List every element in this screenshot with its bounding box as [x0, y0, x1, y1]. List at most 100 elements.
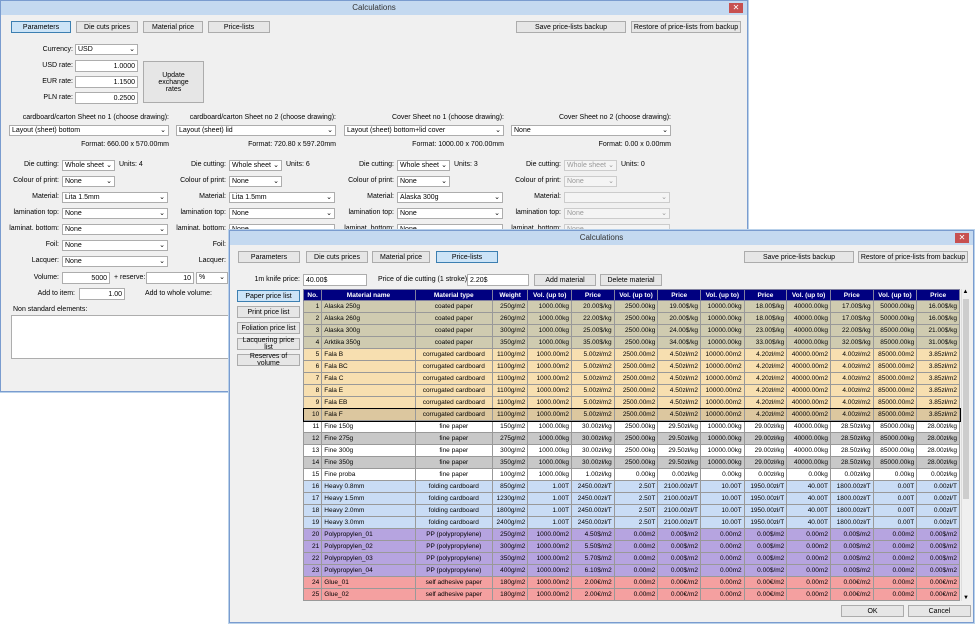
table-cell[interactable]: 0.00m2 [872, 552, 918, 565]
table-cell[interactable]: 1000.00kg [527, 324, 573, 337]
table-cell[interactable]: 300g/m2 [491, 324, 529, 337]
table-cell[interactable]: 50000.00kg [872, 300, 918, 313]
table-cell[interactable]: 28.00zł/kg [916, 432, 960, 445]
table-cell[interactable]: 1000.00m2 [527, 384, 573, 397]
table-cell[interactable]: 1000.00kg [527, 468, 573, 481]
table-cell[interactable]: 34.00$/kg [657, 336, 701, 349]
table-cell[interactable]: 40000.00kg [786, 336, 831, 349]
reserves-volume-button[interactable]: Reserves of volume [237, 353, 300, 367]
column-header[interactable]: Price [829, 289, 874, 301]
table-cell[interactable]: 5.00zł/m2 [571, 360, 615, 373]
delete-material-button[interactable]: Delete material [600, 274, 662, 286]
table-cell[interactable]: 28.00zł/kg [916, 444, 960, 457]
table-cell[interactable]: 1000.00m2 [527, 564, 573, 577]
table-cell[interactable]: 4.50zł/m2 [657, 396, 701, 409]
table-cell[interactable]: corrugated cardboard [414, 384, 493, 397]
table-cell[interactable]: 0.00€/m2 [657, 576, 701, 589]
table-cell[interactable]: 85000.00m2 [872, 372, 918, 385]
table-cell[interactable]: 0.00m2 [872, 528, 918, 541]
table-cell[interactable]: Polypropylen_01 [321, 528, 416, 541]
table-cell[interactable]: 1950.00zł/T [743, 516, 788, 529]
table-cell[interactable]: 2100.00zł/T [657, 492, 701, 505]
eur-rate-input[interactable]: 1.1500 [75, 76, 138, 88]
column-header[interactable]: No. [302, 289, 323, 301]
table-cell[interactable]: 4.50zł/m2 [657, 348, 701, 361]
table-cell[interactable]: 22 [302, 552, 323, 565]
table-cell[interactable]: 10000.00m2 [699, 360, 745, 373]
table-cell[interactable]: 5.50$/m2 [571, 540, 615, 553]
table-cell[interactable]: PP (polypropylene) [414, 552, 493, 565]
table-scrollbar[interactable]: ▲ ▼ [961, 289, 969, 601]
material-select[interactable]: Alaska 300g ⌄ [397, 192, 503, 203]
table-cell[interactable]: 2500.00m2 [613, 384, 659, 397]
table-cell[interactable]: 17.00$/kg [829, 312, 874, 325]
table-cell[interactable]: 1950.00zł/T [743, 492, 788, 505]
table-cell[interactable]: 0.00$/m2 [829, 540, 874, 553]
table-cell[interactable]: Arktika 350g [321, 336, 416, 349]
colour-select[interactable]: None ⌄ [397, 176, 450, 187]
table-cell[interactable]: 0.00$/m2 [916, 540, 960, 553]
table-cell[interactable]: Fala E [321, 384, 416, 397]
table-cell[interactable]: 2500.00kg [613, 432, 659, 445]
table-cell[interactable]: fine paper [414, 432, 493, 445]
table-cell[interactable]: 19.00$/kg [657, 300, 701, 313]
table-cell[interactable]: 0.00kg [786, 468, 831, 481]
table-cell[interactable]: 4 [302, 336, 323, 349]
table-row[interactable]: 5 Fala Bcorrugated cardboard 1100g/m2 1000.… [302, 348, 960, 361]
table-cell[interactable]: 11 [302, 420, 323, 433]
table-cell[interactable]: 400g/m2 [491, 564, 529, 577]
table-cell[interactable]: 28.00zł/kg [916, 420, 960, 433]
die-select[interactable]: Whole sheet ⌄ [229, 160, 282, 171]
table-cell[interactable]: Fala EB [321, 396, 416, 409]
table-cell[interactable]: PP (polypropylene) [414, 564, 493, 577]
table-cell[interactable]: corrugated cardboard [414, 408, 493, 421]
table-cell[interactable]: 17 [302, 492, 323, 505]
table-cell[interactable]: 0.00$/m2 [829, 552, 874, 565]
save-backup-button[interactable]: Save price-lists backup [516, 21, 626, 33]
table-cell[interactable]: 2500.00kg [613, 324, 659, 337]
table-cell[interactable]: 4.00zł/m2 [829, 384, 874, 397]
table-cell[interactable]: 300g/m2 [491, 444, 529, 457]
table-cell[interactable]: 350g/m2 [491, 552, 529, 565]
table-cell[interactable]: Fala B [321, 348, 416, 361]
table-cell[interactable]: 2100.00zł/T [657, 480, 701, 493]
table-cell[interactable]: 13 [302, 444, 323, 457]
table-cell[interactable]: 29.00zł/kg [743, 444, 788, 457]
table-cell[interactable]: 85000.00kg [872, 420, 918, 433]
table-cell[interactable]: 3.85zł/m2 [916, 408, 960, 421]
table-cell[interactable]: 6 [302, 360, 323, 373]
table-cell[interactable]: Fine 350g [321, 456, 416, 469]
close-icon[interactable]: ✕ [729, 3, 743, 13]
table-cell[interactable]: Fala BC [321, 360, 416, 373]
table-cell[interactable]: 28.50zł/kg [829, 444, 874, 457]
layout-select[interactable]: Layout (sheet) bottom ⌄ [9, 125, 169, 136]
table-cell[interactable]: 0.00m2 [786, 588, 831, 601]
table-cell[interactable]: 40.00T [786, 516, 831, 529]
column-header[interactable]: Material name [321, 289, 416, 301]
table-cell[interactable]: Fine 275g [321, 432, 416, 445]
table-cell[interactable]: 40000.00kg [786, 300, 831, 313]
column-header[interactable]: Vol. (up to) [872, 289, 918, 301]
table-cell[interactable]: 85000.00kg [872, 336, 918, 349]
reserve-input[interactable]: 10 [146, 272, 194, 284]
table-cell[interactable]: 16.00$/kg [916, 312, 960, 325]
table-cell[interactable]: 10000.00kg [699, 312, 745, 325]
table-cell[interactable]: corrugated cardboard [414, 348, 493, 361]
table-cell[interactable]: Polypropylen_02 [321, 540, 416, 553]
table-cell[interactable]: 24 [302, 576, 323, 589]
ok-button[interactable]: OK [841, 605, 904, 617]
table-cell[interactable]: 2450.00zł/T [571, 492, 615, 505]
table-row[interactable]: 15 Fine proba fine paper 100g/m2 1000.00kg 1.… [302, 468, 960, 481]
table-cell[interactable]: 0.00zł/kg [657, 468, 701, 481]
table-cell[interactable]: 1100g/m2 [491, 348, 529, 361]
table-cell[interactable]: fine paper [414, 456, 493, 469]
table-cell[interactable]: 0.00m2 [786, 564, 831, 577]
table-cell[interactable]: 0.00€/m2 [916, 588, 960, 601]
table-cell[interactable]: Alaska 250g [321, 300, 416, 313]
table-cell[interactable]: 5.00zł/m2 [571, 408, 615, 421]
table-cell[interactable]: 0.00€/m2 [743, 588, 788, 601]
table-cell[interactable]: 0.00zł/T [916, 516, 960, 529]
table-cell[interactable]: 3.85zł/m2 [916, 384, 960, 397]
table-row[interactable]: 22 Polypropylen_03 PP (polypropylene) 350g/… [302, 552, 960, 565]
table-cell[interactable]: 0.00$/m2 [743, 528, 788, 541]
